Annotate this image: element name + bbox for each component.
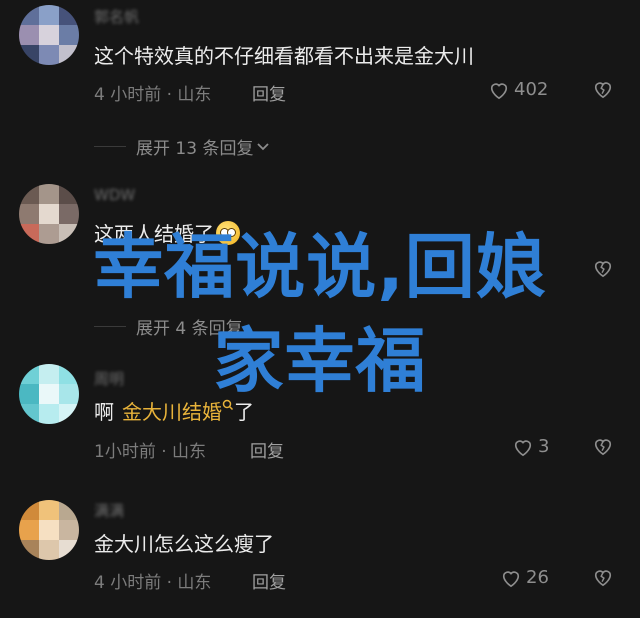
search-icon[interactable] bbox=[222, 399, 234, 413]
comment-meta: 4 小时前 · 山东 bbox=[94, 85, 212, 105]
dislike-button[interactable] bbox=[592, 436, 614, 460]
like-count: 3 bbox=[538, 436, 550, 457]
reply-button[interactable]: 回复 bbox=[250, 437, 284, 462]
broken-heart-icon bbox=[594, 570, 612, 587]
avatar[interactable] bbox=[19, 500, 79, 560]
comment-text: 这个特效真的不仔细看都看不出来是金大川 bbox=[94, 44, 474, 68]
comment-text-before: 啊 bbox=[94, 400, 114, 424]
like-button[interactable]: 402 bbox=[488, 79, 548, 100]
dislike-button[interactable] bbox=[592, 567, 614, 591]
heart-outline-icon bbox=[514, 439, 532, 456]
comment-text-after: 了 bbox=[234, 400, 254, 424]
comment-meta: 4 小时前 · 山东 bbox=[94, 573, 212, 593]
dislike-button[interactable] bbox=[592, 79, 614, 103]
username[interactable]: 满满 bbox=[94, 500, 124, 521]
expand-replies-label: 展开 13 条回复 bbox=[136, 139, 254, 159]
reply-button[interactable]: 回复 bbox=[252, 80, 286, 105]
like-button[interactable]: 3 bbox=[512, 436, 549, 457]
username[interactable]: 周明 bbox=[94, 368, 124, 389]
broken-heart-icon bbox=[594, 439, 612, 456]
heart-outline-icon bbox=[502, 570, 520, 587]
like-count: 402 bbox=[514, 79, 549, 100]
avatar[interactable] bbox=[19, 364, 79, 424]
chevron-down-icon bbox=[257, 142, 270, 150]
comment-meta: 1小时前 · 山东 bbox=[94, 442, 207, 462]
reply-button[interactable]: 回复 bbox=[252, 568, 286, 593]
username[interactable]: 郭名帆 bbox=[94, 6, 139, 27]
broken-heart-icon bbox=[594, 82, 612, 99]
avatar[interactable] bbox=[19, 5, 79, 65]
search-link[interactable]: 金大川结婚 bbox=[122, 396, 222, 425]
comment-text: 金大川怎么这么瘦了 bbox=[94, 532, 274, 556]
like-button[interactable]: 26 bbox=[500, 567, 549, 588]
like-count: 26 bbox=[526, 567, 549, 588]
divider bbox=[94, 146, 126, 147]
username[interactable]: WDW bbox=[94, 186, 135, 204]
comment-text: 啊 金大川结婚 了 bbox=[94, 396, 254, 425]
overlay-caption-line1: 幸福说说,回娘 bbox=[93, 226, 547, 308]
heart-outline-icon bbox=[490, 82, 508, 99]
expand-replies-button[interactable]: 展开 13 条回复 bbox=[94, 134, 271, 159]
